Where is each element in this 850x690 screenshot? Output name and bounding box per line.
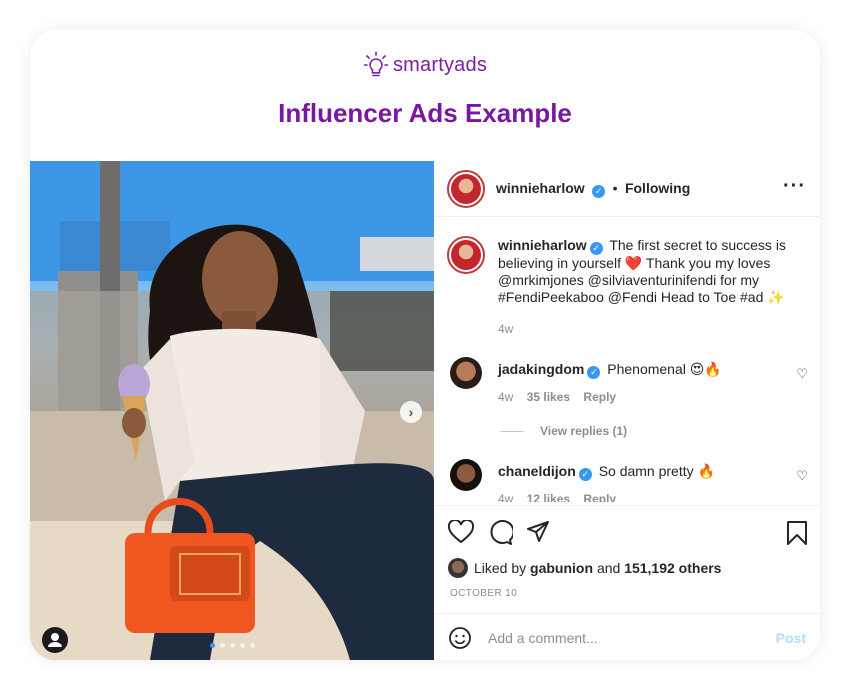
header-separator: • xyxy=(612,180,618,196)
comment-text: Phenomenal 😍🔥 xyxy=(607,361,722,377)
ad-example-card: smartyads Influencer Ads Example › winni… xyxy=(30,30,820,660)
post-side-panel: winnieharlow ✓ • Following ··· winniehar… xyxy=(434,161,820,660)
verified-icon: ✓ xyxy=(589,242,603,255)
more-options-icon[interactable]: ··· xyxy=(783,175,806,198)
reply-button[interactable]: Reply xyxy=(583,390,616,404)
author-username[interactable]: winnieharlow xyxy=(496,180,585,196)
commenter-avatar[interactable] xyxy=(450,459,482,491)
verified-icon: ✓ xyxy=(587,366,601,379)
share-icon[interactable] xyxy=(526,520,550,544)
carousel-dot[interactable] xyxy=(230,643,235,648)
commenter-avatar[interactable] xyxy=(450,357,482,389)
like-comment-heart-icon[interactable]: ♡ xyxy=(796,366,808,382)
liker-username[interactable]: gabunion xyxy=(530,560,593,576)
reply-button[interactable]: Reply xyxy=(583,492,616,502)
comment-meta: 4w 35 likes Reply xyxy=(498,390,616,404)
brand-logo: smartyads xyxy=(30,50,820,80)
following-button[interactable]: Following xyxy=(625,180,690,196)
comment-username[interactable]: chaneldijon xyxy=(498,463,576,479)
next-slide-button[interactable]: › xyxy=(400,401,422,423)
likes-summary: Liked by gabunion and 151,192 others xyxy=(474,560,721,576)
author-avatar[interactable] xyxy=(447,170,485,208)
comment: jadakingdom ✓ Phenomenal 😍🔥 xyxy=(498,361,722,379)
comment-meta: 4w 12 likes Reply xyxy=(498,492,616,502)
heart-icon[interactable] xyxy=(448,520,474,544)
likes-count[interactable]: 151,192 others xyxy=(624,560,721,576)
carousel-dot[interactable] xyxy=(220,643,225,648)
bookmark-icon[interactable] xyxy=(786,520,808,546)
comment-text: So damn pretty 🔥 xyxy=(598,463,715,479)
post-comment-button[interactable]: Post xyxy=(776,630,806,646)
liker-avatar[interactable] xyxy=(448,558,468,578)
verified-icon: ✓ xyxy=(578,468,592,481)
caption-time: 4w xyxy=(498,322,514,336)
post-date: OCTOBER 10 xyxy=(450,588,518,599)
emoji-icon[interactable] xyxy=(448,626,472,650)
carousel-dots xyxy=(210,643,255,648)
like-comment-heart-icon[interactable]: ♡ xyxy=(796,468,808,484)
comment-time: 4w xyxy=(498,390,514,404)
likes-prefix: Liked by xyxy=(474,560,527,576)
likes-and: and xyxy=(596,560,621,576)
influencer-photo-illustration xyxy=(30,161,434,660)
carousel-dot[interactable] xyxy=(210,643,215,648)
carousel-dot[interactable] xyxy=(250,643,255,648)
view-replies-button[interactable]: View replies (1) xyxy=(540,424,627,438)
comment-likes[interactable]: 35 likes xyxy=(527,390,570,404)
carousel-dot[interactable] xyxy=(240,643,245,648)
post-header: winnieharlow ✓ • Following ··· xyxy=(434,161,820,217)
comment-likes[interactable]: 12 likes xyxy=(527,492,570,502)
comment-icon[interactable] xyxy=(487,520,513,546)
caption-username[interactable]: winnieharlow xyxy=(498,237,587,253)
add-comment-bar: Add a comment... Post xyxy=(434,613,820,660)
verified-icon: ✓ xyxy=(592,185,606,198)
caption-avatar[interactable] xyxy=(447,236,485,274)
replies-divider xyxy=(500,431,524,432)
comment: chaneldijon ✓ So damn pretty 🔥 xyxy=(498,463,715,481)
lightbulb-icon xyxy=(363,51,389,77)
post-caption: winnieharlow ✓ The first secret to succes… xyxy=(498,237,798,306)
page-title: Influencer Ads Example xyxy=(278,98,572,128)
tagged-user-icon[interactable] xyxy=(42,627,68,653)
brand-name: smartyads xyxy=(392,53,488,76)
post-photo: › xyxy=(30,161,434,660)
comment-time: 4w xyxy=(498,492,514,502)
comment-input[interactable]: Add a comment... xyxy=(488,630,598,646)
comment-username[interactable]: jadakingdom xyxy=(498,361,584,377)
